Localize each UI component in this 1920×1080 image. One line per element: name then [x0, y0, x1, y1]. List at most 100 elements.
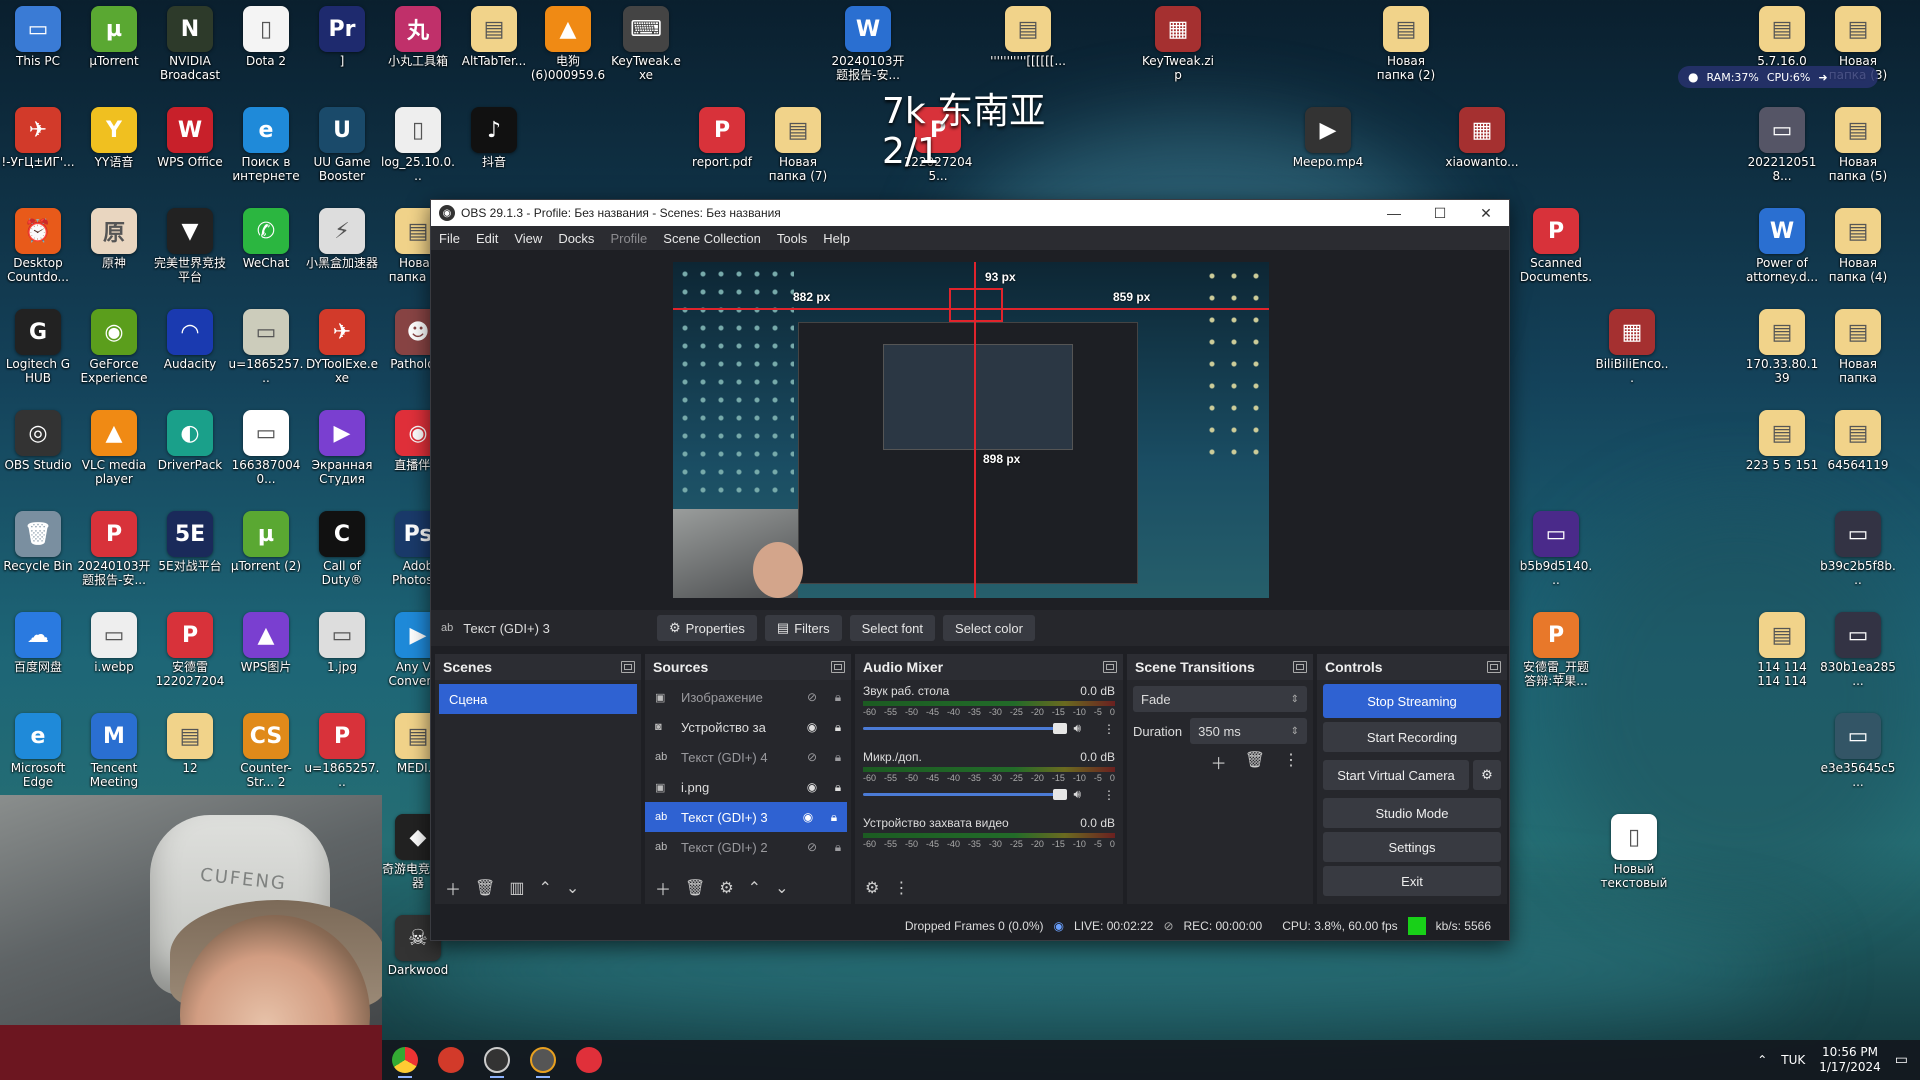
desktop-icon[interactable]: ▯ Dota 2 [228, 6, 304, 68]
stop-streaming-button[interactable]: Stop Streaming [1323, 684, 1501, 718]
menu-file[interactable]: File [431, 231, 468, 246]
source-row[interactable]: ab Текст (GDI+) 2 ⊘ 🔒︎ [645, 832, 851, 862]
desktop-icon[interactable]: ▭ b5b9d5140... [1518, 511, 1594, 587]
slider-handle[interactable] [1053, 723, 1068, 734]
preview-canvas[interactable]: 93 px 882 px 859 px 898 px [673, 262, 1269, 598]
desktop-icon[interactable]: ▲ VLC media player [76, 410, 152, 486]
taskbar-app-red[interactable] [428, 1040, 474, 1080]
desktop-icon[interactable]: W 20240103开题报告-安... [830, 6, 906, 82]
system-monitor-widget[interactable]: ● RAM:37% CPU:6% ➜ [1678, 66, 1878, 88]
desktop-icon[interactable]: ▤ Новая папка (4) [1820, 208, 1896, 284]
desktop-icon[interactable]: ▯ log_25.10.0... [380, 107, 456, 183]
desktop-icon[interactable]: ♪ 抖音 [456, 107, 532, 169]
settings-button[interactable]: Settings [1323, 832, 1501, 862]
desktop-icon[interactable]: ▲电狗 (6)000959.6... [530, 6, 606, 82]
desktop-icon[interactable]: ▤ Новая папка (7) [760, 107, 836, 183]
taskbar-csgo[interactable] [520, 1040, 566, 1080]
desktop-icon[interactable]: C Call of Duty® [304, 511, 380, 587]
desktop-icon[interactable]: ✈ !-УгЦ±ИГ'... [0, 107, 76, 169]
source-row[interactable]: ▣ Изображение ⊘ 🔒︎ [645, 682, 851, 712]
desktop-icon[interactable]: ▦ xiaowanto... [1444, 107, 1520, 169]
menu-docks[interactable]: Docks [550, 231, 602, 246]
desktop-icon[interactable]: U UU Game Booster [304, 107, 380, 183]
speaker-icon[interactable]: 🔊︎ [1073, 787, 1081, 802]
menu-edit[interactable]: Edit [468, 231, 506, 246]
more-icon[interactable]: ⋮ [893, 878, 909, 898]
desktop-icon[interactable]: ▭ 2022120518... [1744, 107, 1820, 183]
volume-slider[interactable]: 🔊︎ ⋮ [863, 721, 1115, 736]
menu-help[interactable]: Help [815, 231, 858, 246]
source-row[interactable]: ab Текст (GDI+) 4 ⊘ 🔒︎ [645, 742, 851, 772]
desktop-icon[interactable]: ▦ KeyTweak.zip [1140, 6, 1216, 82]
chevron-up-icon[interactable]: ⌃ [538, 878, 551, 898]
gear-icon[interactable]: ⚙ [865, 878, 879, 898]
desktop-icon[interactable]: ▤ 12 [152, 713, 228, 775]
lock-icon[interactable]: 🔒︎ [825, 840, 851, 855]
clock[interactable]: 10:56 PM 1/17/2024 [1819, 1045, 1881, 1075]
exit-button[interactable]: Exit [1323, 866, 1501, 896]
desktop-icon[interactable]: W WPS Office [152, 107, 228, 169]
desktop-icon[interactable]: G Logitech G HUB [0, 309, 76, 385]
properties-button[interactable]: ⚙ Properties [657, 615, 757, 641]
desktop-icon[interactable]: ▭ This PC [0, 6, 76, 68]
desktop-icon[interactable]: ▤ Новая папка (5) [1820, 107, 1896, 183]
desktop-icon[interactable]: e Поиск в интернете [228, 107, 304, 183]
lock-icon[interactable]: 🔒︎ [821, 810, 847, 825]
chevron-down-icon[interactable]: ⌄ [566, 878, 579, 898]
desktop-icon[interactable]: ◉ GeForce Experience [76, 309, 152, 385]
desktop-icon[interactable]: PScanned Documents... [1518, 208, 1594, 284]
desktop-icon[interactable]: ▭ u=1865257... [228, 309, 304, 385]
desktop-icon[interactable]: 🗑 Recycle Bin [0, 511, 76, 573]
menu-scene-collection[interactable]: Scene Collection [655, 231, 769, 246]
obs-window[interactable]: ◉ OBS 29.1.3 - Profile: Без названия - S… [430, 199, 1510, 941]
eye-icon[interactable]: ◉ [799, 720, 825, 734]
desktop-icon[interactable]: ▭ 1.jpg [304, 612, 380, 674]
undock-icon[interactable] [1103, 661, 1117, 673]
close-button[interactable]: ✕ [1463, 200, 1509, 226]
slider-handle[interactable] [1053, 789, 1068, 800]
source-row-selected[interactable]: ab Текст (GDI+) 3 ◉ 🔒︎ [645, 802, 847, 832]
desktop-icon[interactable]: ▭ e3e35645c5... [1820, 713, 1896, 789]
eye-off-icon[interactable]: ⊘ [799, 750, 825, 764]
desktop-icon[interactable]: ☁ 百度网盘 [0, 612, 76, 674]
desktop-icon[interactable]: P安德雷1220272045... [152, 612, 228, 688]
desktop-icon[interactable]: ▼ 完美世界竞技平台 [152, 208, 228, 284]
maximize-button[interactable]: ☐ [1417, 200, 1463, 226]
duration-input[interactable]: 350 ms ⇕ [1190, 718, 1307, 744]
start-virtual-camera-button[interactable]: Start Virtual Camera [1323, 760, 1469, 790]
desktop-icon[interactable]: Pu=1865257... [304, 713, 380, 789]
desktop-icon[interactable]: ▤ 114 114 114 114 [1744, 612, 1820, 688]
desktop-icon[interactable]: CS Counter-Str... 2 [228, 713, 304, 789]
more-icon[interactable]: ⋮ [1103, 788, 1115, 802]
notification-icon[interactable]: ▭ [1895, 1052, 1908, 1068]
desktop-icon[interactable]: ▭ 830b1ea285... [1820, 612, 1896, 688]
menu-profile[interactable]: Profile [602, 231, 655, 246]
minimize-button[interactable]: — [1371, 200, 1417, 226]
filter-icon[interactable]: ▥ [509, 878, 524, 898]
start-recording-button[interactable]: Start Recording [1323, 722, 1501, 752]
more-icon[interactable]: ⋮ [1103, 722, 1115, 736]
desktop-icon[interactable]: 丸小丸工具箱 [380, 6, 456, 68]
taskbar-netease[interactable] [566, 1040, 612, 1080]
desktop-icon[interactable]: ▶ Экранная Студия [304, 410, 380, 486]
stepper-icon[interactable]: ⇕ [1291, 726, 1299, 737]
desktop-icon[interactable]: ▭ i.webp [76, 612, 152, 674]
desktop-icon[interactable]: ▯Новый текстовый ... [1596, 814, 1672, 890]
desktop-icon[interactable]: N NVIDIA Broadcast [152, 6, 228, 82]
desktop-icon[interactable]: ▶ Meepo.mp4 [1290, 107, 1366, 169]
desktop-icon[interactable]: µ µTorrent [76, 6, 152, 68]
undock-icon[interactable] [1293, 661, 1307, 673]
filters-button[interactable]: ▤ Filters [764, 615, 842, 641]
eye-off-icon[interactable]: ⊘ [799, 840, 825, 854]
lock-icon[interactable]: 🔒︎ [825, 690, 851, 705]
gear-icon[interactable]: ⚙ [719, 878, 733, 898]
desktop-icon[interactable]: µ µTorrent (2) [228, 511, 304, 573]
volume-slider[interactable]: 🔊︎ ⋮ [863, 787, 1115, 802]
undock-icon[interactable] [831, 661, 845, 673]
desktop-icon[interactable]: ▤ Новая папка (2) [1368, 6, 1444, 82]
eye-icon[interactable]: ◉ [795, 810, 821, 824]
desktop-icon[interactable]: 原原神 [76, 208, 152, 270]
menu-view[interactable]: View [506, 231, 550, 246]
desktop-icon[interactable]: Y YY语音 [76, 107, 152, 169]
more-icon[interactable]: ⋮ [1283, 750, 1299, 774]
